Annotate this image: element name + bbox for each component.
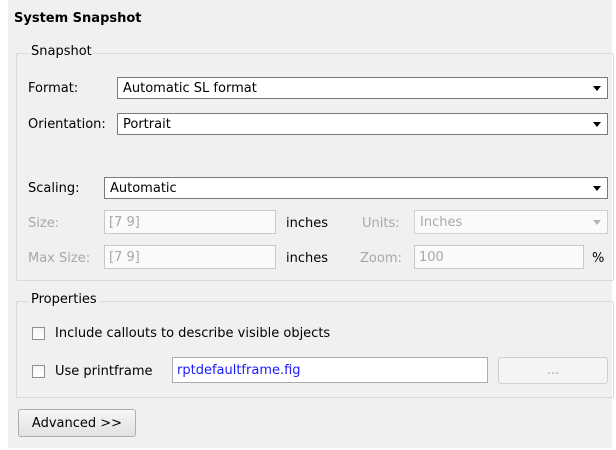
scaling-dropdown[interactable]: Automatic	[104, 177, 608, 199]
printframe-file-value: rptdefaultframe.fig	[177, 362, 301, 378]
advanced-button[interactable]: Advanced >>	[18, 409, 136, 437]
scaling-dropdown-value: Automatic	[110, 180, 177, 196]
max-size-label: Max Size:	[28, 251, 91, 266]
zoom-field-value: 100	[419, 249, 444, 265]
zoom-unit-label: %	[592, 251, 605, 266]
orientation-label: Orientation:	[28, 117, 106, 132]
units-label: Units:	[362, 216, 400, 231]
properties-group-label: Properties	[28, 292, 100, 307]
size-unit-label: inches	[286, 216, 329, 231]
size-label: Size:	[28, 216, 60, 231]
use-printframe-checkbox[interactable]	[32, 365, 45, 378]
max-size-field[interactable]: [7 9]	[104, 245, 276, 269]
units-dropdown[interactable]: Inches	[414, 210, 608, 234]
browse-button[interactable]: ...	[498, 357, 608, 384]
include-callouts-checkbox[interactable]	[32, 327, 45, 340]
max-size-unit-label: inches	[286, 251, 329, 266]
include-callouts-label[interactable]: Include callouts to describe visible obj…	[55, 326, 330, 341]
orientation-dropdown-value: Portrait	[123, 116, 171, 132]
units-dropdown-value: Inches	[420, 214, 463, 230]
scaling-label: Scaling:	[28, 181, 80, 196]
format-label: Format:	[28, 81, 79, 96]
snapshot-group-label: Snapshot	[28, 44, 95, 59]
format-dropdown-value: Automatic SL format	[123, 80, 257, 96]
size-field-value: [7 9]	[109, 214, 140, 230]
panel-title: System Snapshot	[14, 11, 142, 26]
zoom-label: Zoom:	[360, 251, 402, 266]
size-field[interactable]: [7 9]	[104, 210, 276, 234]
max-size-field-value: [7 9]	[109, 249, 140, 265]
chevron-down-icon	[593, 185, 601, 191]
chevron-down-icon	[593, 121, 601, 127]
orientation-dropdown[interactable]: Portrait	[117, 113, 608, 135]
use-printframe-label[interactable]: Use printframe	[55, 364, 153, 379]
chevron-down-icon	[593, 219, 601, 225]
printframe-file-field[interactable]: rptdefaultframe.fig	[172, 357, 488, 383]
zoom-field[interactable]: 100	[414, 245, 584, 269]
format-dropdown[interactable]: Automatic SL format	[117, 77, 608, 99]
chevron-down-icon	[593, 85, 601, 91]
